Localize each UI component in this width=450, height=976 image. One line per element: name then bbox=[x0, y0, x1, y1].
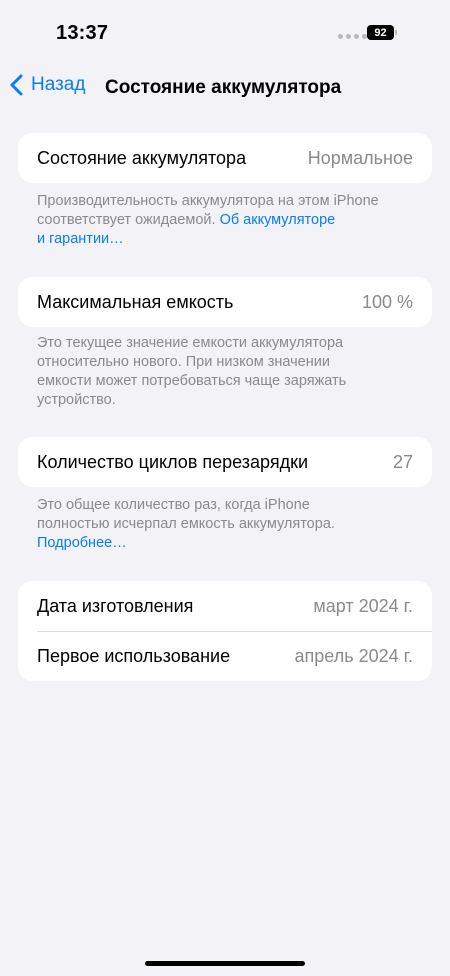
battery-icon: 92 bbox=[367, 25, 397, 40]
signal-dots-icon bbox=[338, 34, 367, 39]
max-capacity-row: Максимальная емкость 100 % bbox=[18, 277, 432, 327]
manufacture-date-row: Дата изготовления март 2024 г. bbox=[18, 581, 432, 631]
status-time: 13:37 bbox=[56, 22, 109, 44]
battery-health-value: Нормальное bbox=[307, 147, 413, 168]
battery-level: 92 bbox=[367, 25, 394, 40]
battery-health-card: Состояние аккумулятора Нормальное bbox=[18, 133, 432, 183]
learn-more-link[interactable]: Подробнее… bbox=[37, 535, 127, 551]
back-label: Назад bbox=[31, 74, 86, 95]
max-capacity-footnote: Это текущее значение емкости аккумулятор… bbox=[37, 335, 347, 408]
battery-warranty-link[interactable]: Об аккумуляторе bbox=[220, 212, 336, 228]
dates-card: Дата изготовления март 2024 г. Первое ис… bbox=[18, 581, 432, 681]
chevron-left-icon bbox=[10, 74, 23, 96]
cycle-count-value: 27 bbox=[392, 451, 413, 472]
manufacture-date-value: март 2024 г. bbox=[313, 595, 413, 616]
manufacture-date-label: Дата изготовления bbox=[37, 595, 194, 616]
status-bar: 13:37 92 bbox=[0, 0, 450, 60]
first-use-label: Первое использование bbox=[37, 646, 231, 666]
battery-health-row: Состояние аккумулятора Нормальное bbox=[18, 133, 432, 183]
max-capacity-value: 100 % bbox=[361, 291, 413, 312]
cycle-count-card: Количество циклов перезарядки 27 bbox=[18, 437, 432, 487]
battery-warranty-link-cont[interactable]: и гарантии… bbox=[37, 231, 124, 247]
max-capacity-card: Максимальная емкость 100 % bbox=[18, 277, 432, 327]
back-button[interactable]: Назад bbox=[10, 74, 85, 96]
cycle-count-row: Количество циклов перезарядки 27 bbox=[18, 437, 432, 487]
battery-health-label: Состояние аккумулятора bbox=[37, 147, 247, 168]
first-use-row: Первое использование апрель 2024 г. bbox=[37, 631, 432, 681]
battery-health-footnote: Производительность аккумулятора на этом … bbox=[37, 193, 379, 247]
home-indicator[interactable] bbox=[145, 961, 305, 966]
max-capacity-label: Максимальная емкость bbox=[37, 291, 234, 312]
cycle-count-footnote: Это общее количество раз, когда iPhone п… bbox=[37, 497, 335, 551]
cycle-count-label: Количество циклов перезарядки bbox=[37, 451, 309, 472]
navigation-bar: Назад Состояние аккумулятора bbox=[0, 68, 450, 108]
first-use-value: апрель 2024 г. bbox=[294, 646, 413, 666]
page-title: Состояние аккумулятора bbox=[105, 77, 342, 98]
